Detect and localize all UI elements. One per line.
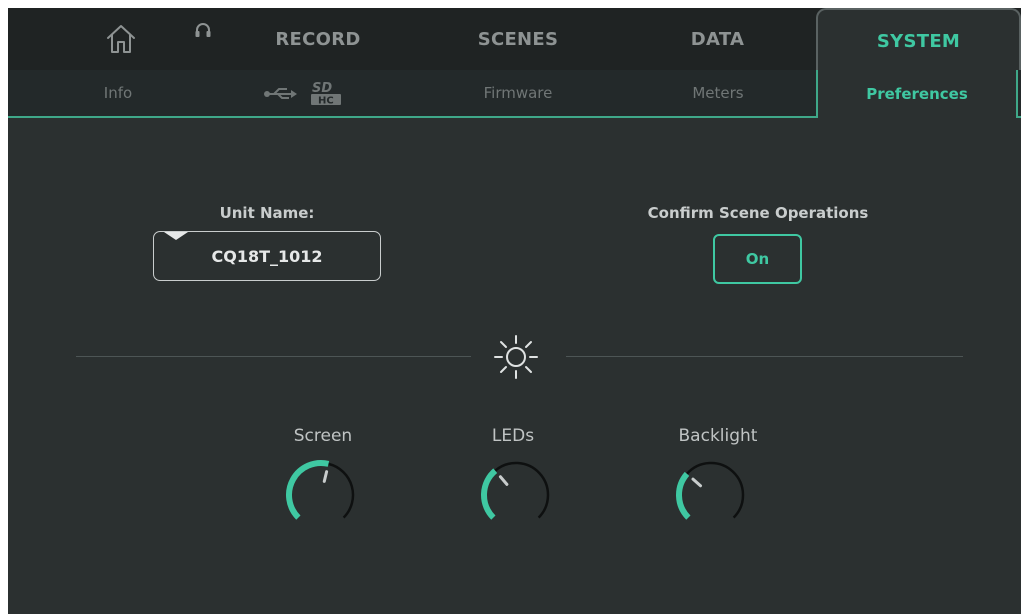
headphones-icon bbox=[195, 23, 211, 37]
divider-left bbox=[76, 356, 471, 357]
tab-scenes-label: SCENES bbox=[477, 28, 559, 50]
system-preferences-screen: RECORD SCENES DATA SYSTEM Info SD HC Fir… bbox=[8, 8, 1021, 614]
tab-scenes[interactable]: SCENES bbox=[418, 8, 618, 70]
divider-right bbox=[566, 356, 963, 357]
subtab-meters-label: Meters bbox=[692, 84, 744, 102]
sdhc-icon: SD HC bbox=[311, 81, 341, 107]
home-icon bbox=[106, 25, 135, 53]
backlight-knob-pointer bbox=[691, 477, 702, 488]
edit-corner-marker bbox=[164, 232, 188, 240]
unit-name-field[interactable]: CQ18T_1012 bbox=[153, 231, 381, 281]
subtab-info-label: Info bbox=[103, 84, 133, 102]
tab-home[interactable] bbox=[78, 8, 163, 70]
leds-knob-level-arc bbox=[481, 468, 498, 520]
tab-record-label: RECORD bbox=[275, 28, 361, 50]
screen-knob-track bbox=[328, 462, 355, 519]
subtab-info[interactable]: Info bbox=[48, 70, 188, 116]
backlight-knob-level-arc bbox=[676, 471, 691, 520]
confirm-scene-operations-label: Confirm Scene Operations bbox=[647, 204, 869, 222]
unit-name-label: Unit Name: bbox=[219, 204, 315, 222]
confirm-scene-operations-toggle[interactable]: On bbox=[713, 234, 802, 284]
unit-name-value: CQ18T_1012 bbox=[211, 246, 323, 266]
leds-brightness-knob[interactable] bbox=[478, 457, 558, 529]
subtab-firmware[interactable]: Firmware bbox=[428, 70, 608, 116]
screen-knob-level-arc bbox=[286, 460, 330, 520]
tab-system[interactable]: SYSTEM bbox=[816, 8, 1021, 72]
subtab-usb-sdhc[interactable]: SD HC bbox=[228, 70, 378, 116]
svg-text:HC: HC bbox=[318, 96, 334, 107]
usb-icon bbox=[264, 88, 297, 99]
subtab-meters[interactable]: Meters bbox=[628, 70, 808, 116]
subtab-preferences[interactable]: Preferences bbox=[816, 70, 1018, 118]
tab-data-label: DATA bbox=[690, 28, 745, 50]
leds-knob-label: LEDs bbox=[491, 426, 535, 446]
sun-icon bbox=[494, 335, 538, 379]
subtab-firmware-label: Firmware bbox=[483, 84, 553, 102]
subtab-preferences-label: Preferences bbox=[866, 85, 968, 103]
tab-system-label: SYSTEM bbox=[876, 30, 961, 52]
confirm-scene-operations-value: On bbox=[745, 250, 770, 268]
backlight-knob-track bbox=[686, 461, 745, 519]
leds-knob-track bbox=[494, 461, 550, 519]
svg-text:SD: SD bbox=[312, 81, 332, 96]
screen-brightness-knob[interactable] bbox=[283, 457, 363, 529]
screen-knob-pointer bbox=[322, 470, 329, 483]
backlight-brightness-knob[interactable] bbox=[673, 457, 753, 529]
leds-knob-pointer bbox=[498, 475, 509, 486]
sub-tab-bar: Info SD HC Firmware Meters Preferences bbox=[8, 70, 1021, 118]
tab-data[interactable]: DATA bbox=[620, 8, 815, 70]
screen-knob-label: Screen bbox=[293, 426, 353, 446]
tab-headphones[interactable] bbox=[183, 8, 223, 70]
tab-record[interactable]: RECORD bbox=[238, 8, 398, 70]
top-tab-bar: RECORD SCENES DATA SYSTEM bbox=[8, 8, 1021, 72]
backlight-knob-label: Backlight bbox=[678, 426, 758, 446]
sub-tab-underline bbox=[8, 116, 816, 118]
